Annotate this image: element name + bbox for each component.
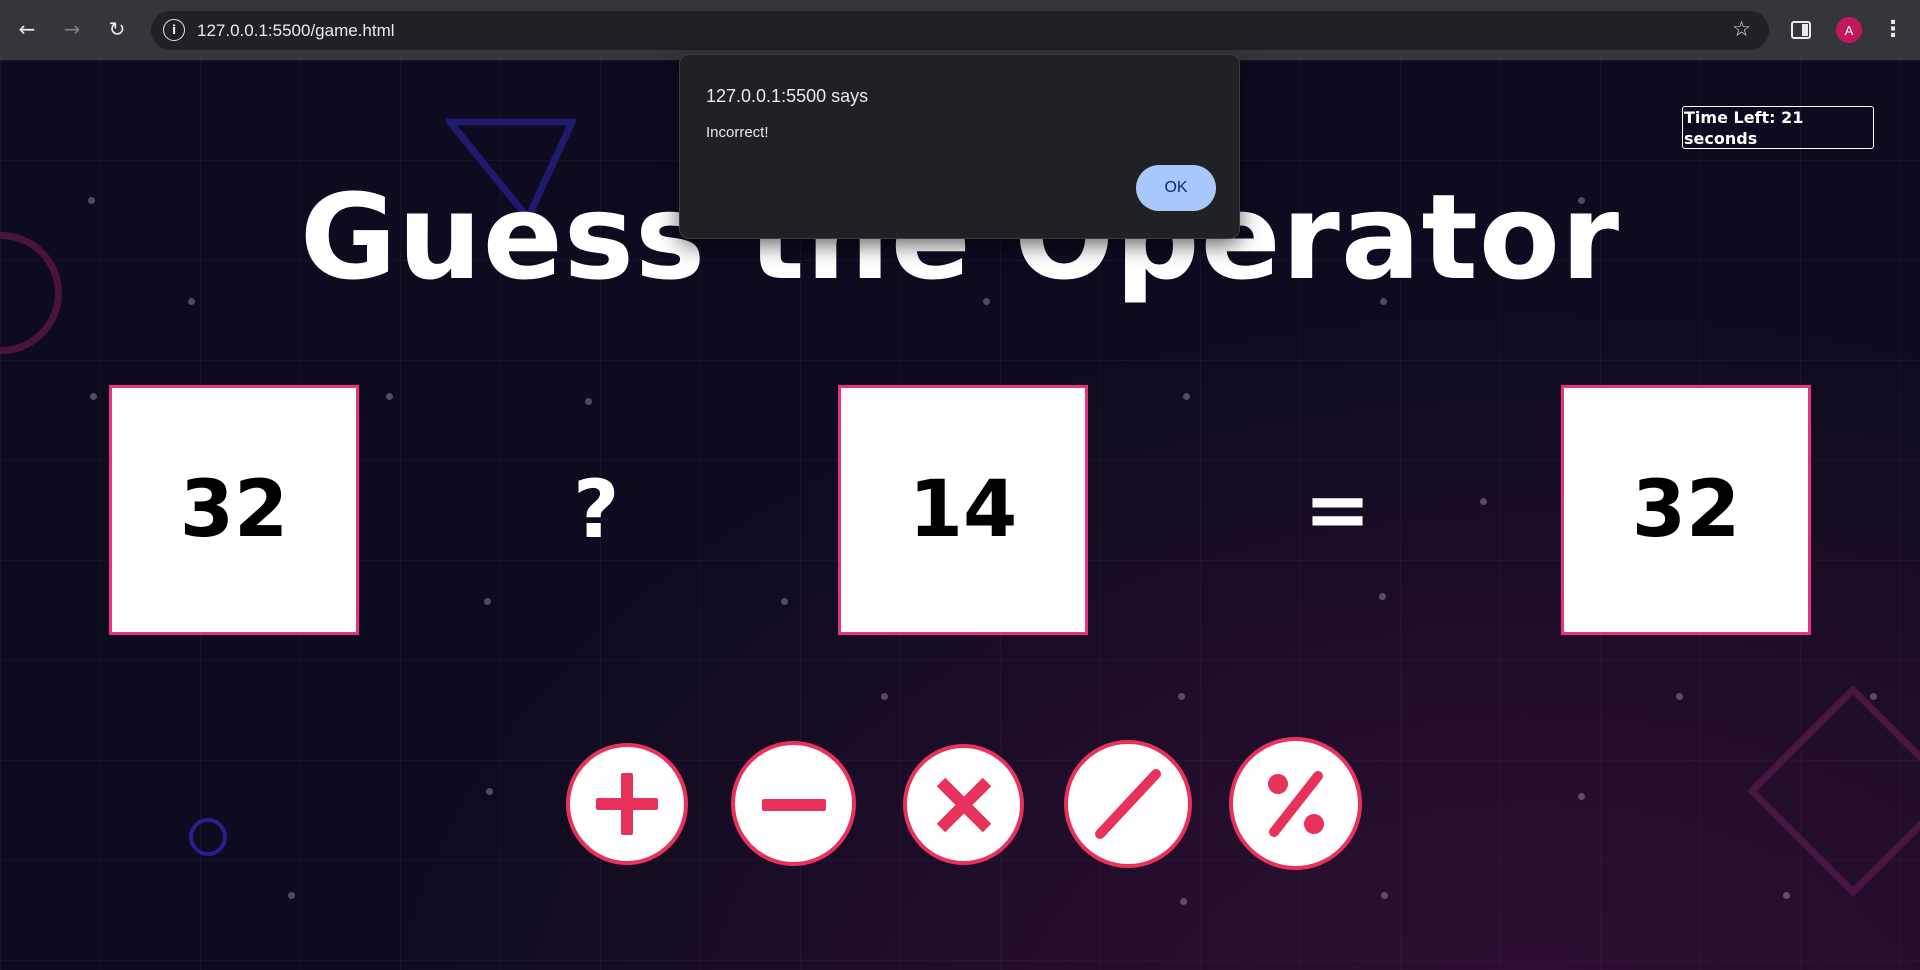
multiply-button[interactable] bbox=[903, 744, 1024, 865]
decorative-dot bbox=[484, 598, 491, 605]
percent-icon bbox=[1267, 770, 1324, 837]
side-panel-icon[interactable] bbox=[1791, 21, 1811, 39]
decorative-dot bbox=[781, 598, 788, 605]
decorative-dot bbox=[90, 393, 97, 400]
back-arrow-icon: ← bbox=[18, 17, 36, 41]
operator-placeholder: ? bbox=[573, 463, 620, 556]
ok-button[interactable]: OK bbox=[1136, 165, 1216, 211]
minus-button[interactable] bbox=[731, 741, 856, 866]
decorative-dot bbox=[1180, 898, 1187, 905]
decorative-dot bbox=[1183, 393, 1190, 400]
slash-icon bbox=[1095, 769, 1161, 839]
reload-icon: ↻ bbox=[108, 17, 126, 41]
alert-dialog: 127.0.0.1:5500 says Incorrect! OK bbox=[679, 54, 1240, 239]
profile-avatar[interactable]: A bbox=[1836, 17, 1862, 43]
bookmark-star-icon[interactable]: ☆ bbox=[1732, 17, 1751, 41]
decorative-dot bbox=[1870, 693, 1877, 700]
right-operand-box: 14 bbox=[838, 385, 1088, 635]
dialog-message: Incorrect! bbox=[706, 124, 769, 141]
forward-arrow-icon: → bbox=[63, 17, 81, 41]
right-operand-value: 14 bbox=[908, 465, 1018, 555]
url-text[interactable]: 127.0.0.1:5500/game.html bbox=[197, 21, 395, 41]
minus-icon bbox=[761, 798, 826, 811]
decorative-dot bbox=[288, 892, 295, 899]
decorative-diamond bbox=[1746, 684, 1920, 898]
result-value: 32 bbox=[1631, 465, 1741, 555]
result-box: 32 bbox=[1561, 385, 1811, 635]
times-icon bbox=[936, 777, 991, 832]
decorative-dot bbox=[1480, 498, 1487, 505]
dialog-title: 127.0.0.1:5500 says bbox=[706, 86, 869, 106]
back-button[interactable]: ← bbox=[12, 14, 42, 44]
decorative-dot bbox=[1381, 892, 1388, 899]
left-operand-value: 32 bbox=[179, 465, 289, 555]
divide-button[interactable] bbox=[1064, 740, 1192, 868]
browser-toolbar: ← → ↻ i 127.0.0.1:5500/game.html ☆ A ⋮ bbox=[0, 0, 1920, 60]
decorative-dot bbox=[1379, 593, 1386, 600]
decorative-dot bbox=[1783, 892, 1790, 899]
left-operand-box: 32 bbox=[109, 385, 359, 635]
decorative-dot bbox=[1178, 693, 1185, 700]
plus-button[interactable] bbox=[566, 743, 688, 865]
decorative-dot bbox=[386, 393, 393, 400]
decorative-dot bbox=[1578, 793, 1585, 800]
plus-icon bbox=[596, 773, 658, 835]
decorative-dot bbox=[1676, 693, 1683, 700]
decorative-dot bbox=[881, 693, 888, 700]
decorative-dot bbox=[486, 788, 493, 795]
decorative-dot bbox=[585, 398, 592, 405]
address-bar[interactable]: i 127.0.0.1:5500/game.html ☆ bbox=[151, 11, 1769, 50]
time-left-display: Time Left: 21 seconds bbox=[1682, 106, 1874, 149]
equals-sign: = bbox=[1304, 463, 1372, 556]
browser-menu-icon[interactable]: ⋮ bbox=[1882, 15, 1904, 45]
modulo-button[interactable] bbox=[1229, 737, 1362, 870]
reload-button[interactable]: ↻ bbox=[102, 14, 132, 44]
decorative-small-ring bbox=[189, 818, 227, 856]
forward-button[interactable]: → bbox=[57, 14, 87, 44]
site-info-icon[interactable]: i bbox=[163, 19, 185, 41]
